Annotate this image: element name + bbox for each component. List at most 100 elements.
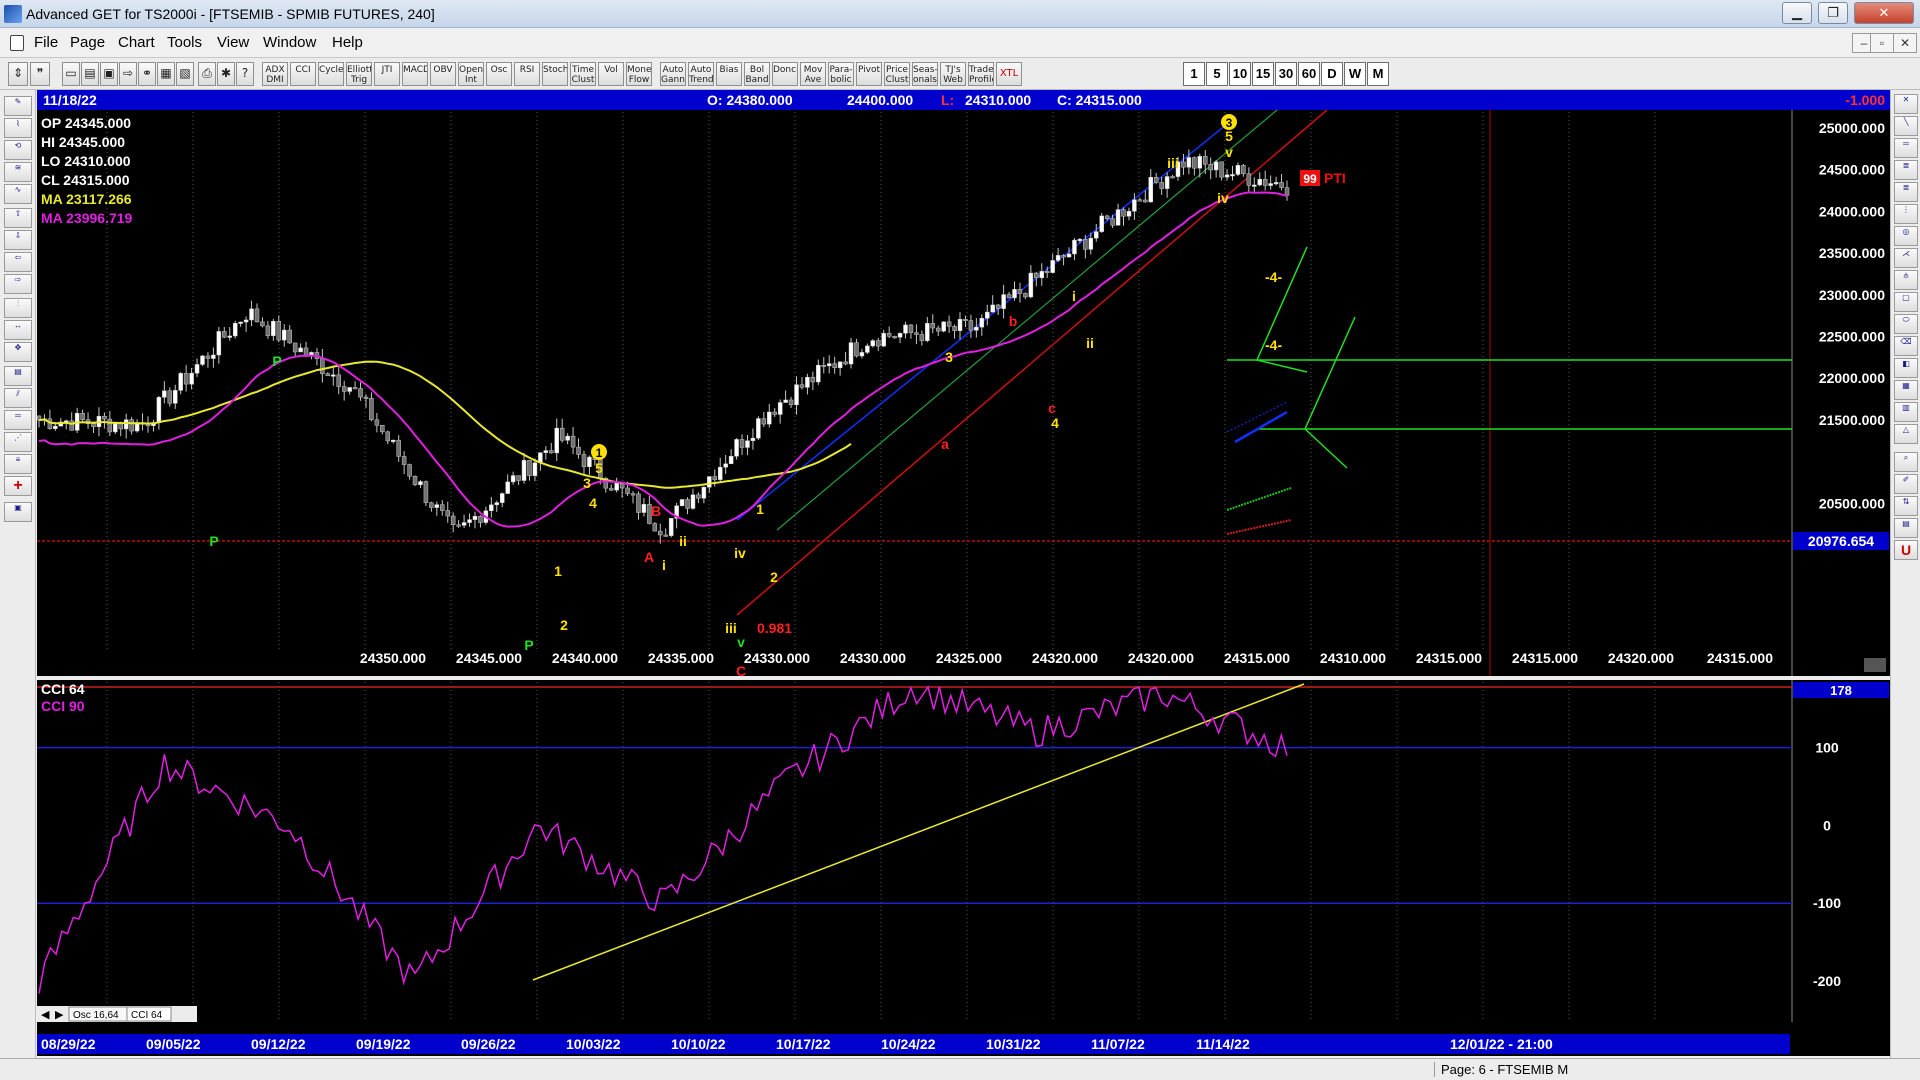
arrow-left-icon[interactable]: ⇦ [4,252,32,272]
arrow-up-icon[interactable]: ⇧ [4,208,32,228]
grid-icon[interactable]: ▦ [157,62,175,86]
help-icon[interactable]: ? [236,62,254,86]
ellipse-icon[interactable]: ⬭ [1894,314,1918,334]
donch-button[interactable]: Donch [772,62,798,86]
circle-icon[interactable]: ◎ [1894,226,1918,246]
channel-icon[interactable]: ⫽ [4,388,32,408]
bias-button[interactable]: Bias [716,62,742,86]
cross-arrows-icon[interactable]: ✥ [4,342,32,362]
pti-icon[interactable]: ◧ [1894,358,1918,378]
jti-button[interactable]: JTI [374,62,400,86]
rsi-button[interactable]: RSI [514,62,540,86]
fib-time-icon[interactable]: ⋮ [1894,204,1918,224]
sort-icon[interactable]: ⇅ [1894,496,1918,516]
seasonals-button[interactable]: Seas-onals [912,62,938,86]
cycles-button[interactable]: Cycles [318,62,344,86]
scroll-thumb-icon[interactable] [1864,658,1886,672]
menu-chart[interactable]: Chart [118,34,155,51]
cci-pane[interactable]: 100 0 -100 -200 178 CCI 64 CCI 90 ◀ ▶ Osc 1… [37,680,1890,1022]
new-page-icon[interactable]: ▭ [62,62,80,86]
elliott-wave-icon[interactable]: ∿ [4,184,32,204]
pivot-button[interactable]: Pivot [856,62,882,86]
clipboard-icon[interactable]: ▣ [4,502,32,522]
crosshair-icon[interactable]: + [4,476,32,496]
paint-icon[interactable]: ✐ [1894,474,1918,494]
vol-button[interactable]: Vol [598,62,624,86]
elliott-trig-button[interactable]: Elliott Trig [346,62,372,86]
fan-icon[interactable]: ⋌ [1894,248,1918,268]
tab-scroll-right-icon[interactable]: ▶ [55,1009,64,1021]
minimize-button[interactable]: ▁ [1782,2,1812,24]
timeframe-15-button[interactable]: 15 [1252,62,1274,86]
calc-icon[interactable]: ▤ [1894,518,1918,538]
stoch-button[interactable]: Stoch [542,62,568,86]
menu-tools[interactable]: Tools [167,34,202,51]
save-page-icon[interactable]: ▣ [100,62,118,86]
chart-area[interactable]: 11/18/22 O: 24380.000 24400.000 L: 24310… [37,90,1890,1056]
timeframe-5-button[interactable]: 5 [1206,62,1228,86]
adx-dmi-button[interactable]: ADX DMI [262,62,288,86]
close-x-icon[interactable]: ✕ [1894,94,1918,114]
pitchfork-icon[interactable]: ⫛ [1894,270,1918,290]
cci-button[interactable]: CCI [290,62,316,86]
xtl-button[interactable]: XTL [996,62,1022,86]
reset-icon[interactable]: ⟲ [4,140,32,160]
gann-icon[interactable]: ⋰ [4,432,32,452]
osc-button[interactable]: Osc [486,62,512,86]
mdi-restore-button[interactable]: ▫ [1870,33,1894,53]
money-flow-button[interactable]: Money Flow [626,62,652,86]
pencil-icon[interactable]: ✎ [4,96,32,116]
eraser-icon[interactable]: ⌫ [1894,336,1918,356]
auto-gann-button[interactable]: Auto Gann [660,62,686,86]
menu-file[interactable]: File [34,34,58,51]
timeframe-monthly-button[interactable]: M [1367,62,1389,86]
tile-icon[interactable]: ▧ [176,62,194,86]
menu-page[interactable]: Page [70,34,105,51]
zoom-icon[interactable]: ⌕ [1894,452,1918,472]
mob-icon[interactable]: ▥ [1894,402,1918,422]
price-clust-button[interactable]: Price Clust [884,62,910,86]
bulb-icon[interactable]: ✱ [217,62,235,86]
timeframe-60-button[interactable]: 60 [1298,62,1320,86]
study-icon[interactable]: ≋ [4,162,32,182]
expand-icon[interactable]: ↔ [4,320,32,340]
menu-window[interactable]: Window [263,34,316,51]
arrow-down-icon[interactable]: ⇩ [4,230,32,250]
box-icon[interactable]: ▢ [1894,292,1918,312]
triangle-icon[interactable]: △ [1894,424,1918,444]
table-icon[interactable]: ▦ [1894,380,1918,400]
maximize-button[interactable]: ❐ [1818,2,1848,24]
close-button[interactable]: ✕ [1854,2,1914,24]
open-page-icon[interactable]: ▤ [81,62,99,86]
parabolic-button[interactable]: Para-bolic [828,62,854,86]
arrow-right-icon[interactable]: ⇨ [4,274,32,294]
print-icon[interactable]: ⎙ [198,62,216,86]
elliott-icon[interactable]: ⌇ [4,118,32,138]
price-chart-svg[interactable]: 11/18/22 O: 24380.000 24400.000 L: 24310… [37,90,1890,1056]
tool-cursor-icon[interactable]: ⇕ [8,62,28,86]
timeframe-10-button[interactable]: 10 [1229,62,1251,86]
document-icon[interactable] [10,35,24,51]
timeframe-weekly-button[interactable]: W [1344,62,1366,86]
open-int-button[interactable]: Open Int [458,62,484,86]
macd-button[interactable]: MACD [402,62,428,86]
menu-help[interactable]: Help [332,34,363,51]
tool-quote-icon[interactable]: ❞ [30,62,50,86]
magnet-icon[interactable]: U [1894,540,1918,560]
timeframe-1-button[interactable]: 1 [1183,62,1205,86]
grid-icon[interactable]: ▤ [4,366,32,386]
trendline-icon[interactable]: ╲ [1894,116,1918,136]
timeframe-30-button[interactable]: 30 [1275,62,1297,86]
obv-button[interactable]: OBV [430,62,456,86]
hline-icon[interactable]: ═ [1894,138,1918,158]
trade-profile-button[interactable]: Trade Profile [968,62,994,86]
menu-view[interactable]: View [217,34,249,51]
fib-ext-icon[interactable]: ≣ [1894,182,1918,202]
tab-scroll-left-icon[interactable]: ◀ [41,1009,50,1021]
mdi-close-button[interactable]: ✕ [1893,33,1917,53]
forward-icon[interactable]: ⇨ [119,62,137,86]
auto-trend-button[interactable]: Auto Trend [688,62,714,86]
bars-icon[interactable]: ⫶ [4,298,32,318]
fib-icon[interactable]: ≡ [4,454,32,474]
time-clust-button[interactable]: Time Clust [570,62,596,86]
